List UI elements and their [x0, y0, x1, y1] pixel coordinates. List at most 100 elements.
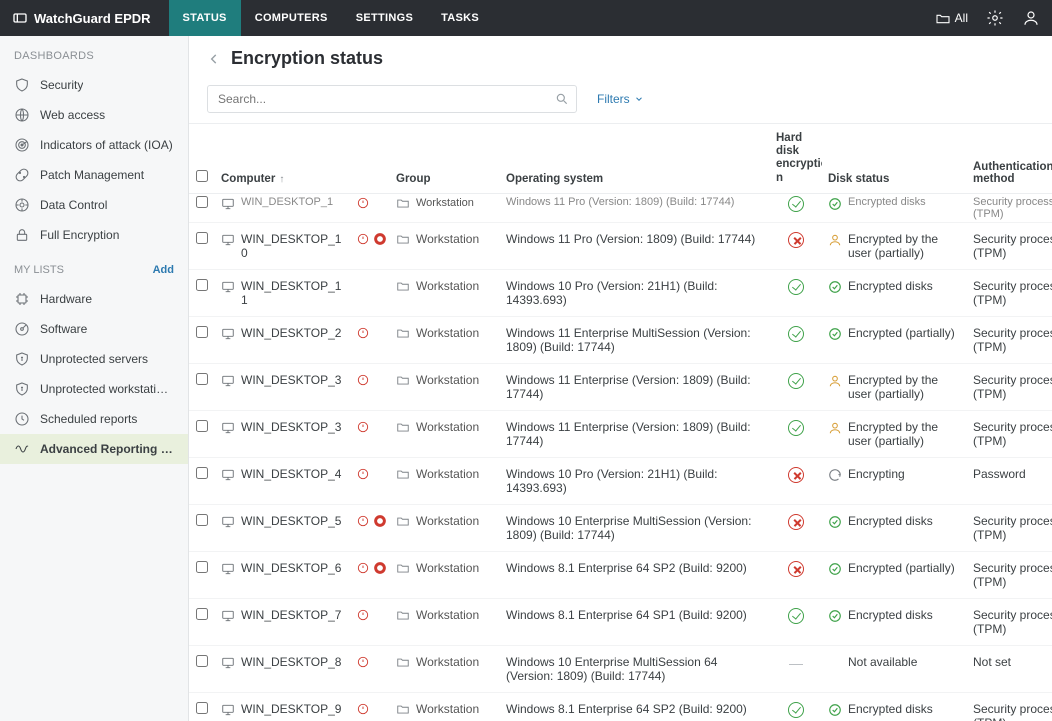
mylists-add[interactable]: Add — [153, 264, 174, 276]
computer-name: WIN_DESKTOP_1 — [241, 196, 333, 208]
gear-icon[interactable] — [986, 9, 1004, 27]
filters-button[interactable]: Filters — [597, 92, 644, 106]
col-header-group[interactable]: Group — [390, 124, 500, 193]
mylist-item-unprotected-workstations-[interactable]: Unprotected workstations... — [0, 374, 188, 404]
disk-status-text: Encrypted by the user (partially) — [848, 232, 961, 260]
device-workstation-icon — [221, 421, 235, 435]
mylist-item-scheduled-reports[interactable]: Scheduled reports — [0, 404, 188, 434]
mylist-item-advanced-reporting-tool[interactable]: Advanced Reporting Tool — [0, 434, 188, 464]
group-name: Workstation — [416, 608, 479, 622]
alert-icons — [356, 420, 384, 434]
disk-status-text: Encrypting — [848, 467, 905, 481]
auth-method-text: Security processor (TPM) — [967, 551, 1052, 598]
table-row[interactable]: WIN_DESKTOP_8 Workstation Windows 10 Ent… — [189, 645, 1052, 692]
group-name: Workstation — [416, 326, 479, 340]
table-row[interactable]: WIN_DESKTOP_2 Workstation Windows 11 Ent… — [189, 316, 1052, 363]
encryption-table: Computer↑ Group Operating system Hard di… — [189, 124, 1052, 721]
group-name: Workstation — [416, 197, 474, 209]
dashboard-item-web-access[interactable]: Web access — [0, 100, 188, 130]
status-ok-icon — [788, 702, 804, 718]
group-folder-icon — [396, 561, 410, 575]
device-workstation-icon — [221, 703, 235, 717]
row-checkbox[interactable] — [196, 608, 208, 620]
col-header-auth[interactable]: Authentication method — [967, 124, 1052, 193]
topnav: STATUSCOMPUTERSSETTINGSTASKS — [169, 0, 494, 36]
table-row[interactable]: WIN_DESKTOP_11 Workstation Windows 10 Pr… — [189, 269, 1052, 316]
disk-status-text: Encrypted disks — [848, 196, 926, 208]
sidebar-item-label: Unprotected workstations... — [40, 382, 174, 396]
table-row[interactable]: WIN_DESKTOP_1 Workstation Windows 11 Pro… — [189, 193, 1052, 222]
disk-status-text: Encrypted disks — [848, 514, 933, 528]
table-row[interactable]: WIN_DESKTOP_3 Workstation Windows 11 Ent… — [189, 363, 1052, 410]
wave-icon — [14, 441, 30, 457]
row-checkbox[interactable] — [196, 655, 208, 667]
row-checkbox[interactable] — [196, 279, 208, 291]
status-ok-icon — [788, 608, 804, 624]
col-header-hde[interactable]: Hard disk encryptio n — [770, 124, 822, 193]
group-folder-icon — [396, 514, 410, 528]
alert-icons — [356, 655, 384, 669]
col-header-computer[interactable]: Computer↑ — [215, 124, 350, 193]
table-scroll[interactable]: Computer↑ Group Operating system Hard di… — [189, 123, 1052, 721]
device-workstation-icon — [221, 233, 235, 247]
os-text: Windows 11 Pro (Version: 1809) (Build: 1… — [500, 193, 770, 222]
disk-status-text: Encrypted (partially) — [848, 561, 955, 575]
lock-icon — [14, 227, 30, 243]
dashboard-item-security[interactable]: Security — [0, 70, 188, 100]
table-row[interactable]: WIN_DESKTOP_5 Workstation Windows 10 Ent… — [189, 504, 1052, 551]
filter-all[interactable]: All — [935, 11, 968, 25]
row-checkbox[interactable] — [196, 514, 208, 526]
dashboard-item-full-encryption[interactable]: Full Encryption — [0, 220, 188, 250]
row-checkbox[interactable] — [196, 420, 208, 432]
mylist-item-software[interactable]: Software — [0, 314, 188, 344]
nav-item-settings[interactable]: SETTINGS — [342, 0, 427, 36]
row-checkbox[interactable] — [196, 467, 208, 479]
row-checkbox[interactable] — [196, 561, 208, 573]
alert-icons — [356, 373, 384, 387]
col-header-os[interactable]: Operating system — [500, 124, 770, 193]
search-input[interactable] — [207, 85, 577, 113]
status-ok-icon — [788, 279, 804, 295]
sidebar-item-label: Full Encryption — [40, 228, 119, 242]
product-name: WatchGuard EPDR — [34, 11, 151, 26]
group-name: Workstation — [416, 702, 479, 716]
mylist-item-unprotected-servers[interactable]: Unprotected servers — [0, 344, 188, 374]
alert-reinstall-icon — [356, 655, 370, 669]
search-icon — [555, 92, 569, 106]
row-checkbox[interactable] — [196, 196, 208, 208]
mylist-item-hardware[interactable]: Hardware — [0, 284, 188, 314]
back-button[interactable] — [207, 52, 221, 66]
alert-icons — [356, 608, 384, 622]
nav-item-status[interactable]: STATUS — [169, 0, 241, 36]
auth-method-text: Security processor (TPM) — [967, 598, 1052, 645]
table-row[interactable]: WIN_DESKTOP_7 Workstation Windows 8.1 En… — [189, 598, 1052, 645]
alert-reinstall-icon — [356, 373, 370, 387]
os-text: Windows 10 Pro (Version: 21H1) (Build: 1… — [500, 457, 770, 504]
table-row[interactable]: WIN_DESKTOP_9 Workstation Windows 8.1 En… — [189, 692, 1052, 721]
alert-icons — [356, 702, 384, 716]
auth-method-text: Security processor (TPM) — [967, 410, 1052, 457]
row-checkbox[interactable] — [196, 232, 208, 244]
sidebar-item-label: Unprotected servers — [40, 352, 148, 366]
row-checkbox[interactable] — [196, 702, 208, 714]
select-all-checkbox[interactable] — [196, 170, 208, 182]
row-checkbox[interactable] — [196, 326, 208, 338]
group-name: Workstation — [416, 373, 479, 387]
disk-status-text: Not available — [848, 655, 917, 669]
col-header-disk[interactable]: Disk status — [822, 124, 967, 193]
shield-icon — [14, 77, 30, 93]
nav-item-tasks[interactable]: TASKS — [427, 0, 493, 36]
user-icon[interactable] — [1022, 9, 1040, 27]
table-row[interactable]: WIN_DESKTOP_4 Workstation Windows 10 Pro… — [189, 457, 1052, 504]
dashboard-item-indicators-of-attack-ioa-[interactable]: Indicators of attack (IOA) — [0, 130, 188, 160]
shield-x-icon — [14, 381, 30, 397]
dashboard-item-data-control[interactable]: Data Control — [0, 190, 188, 220]
table-row[interactable]: WIN_DESKTOP_10 Workstation Windows 11 Pr… — [189, 222, 1052, 269]
nav-item-computers[interactable]: COMPUTERS — [241, 0, 342, 36]
alert-reinstall-icon — [356, 561, 370, 575]
table-row[interactable]: WIN_DESKTOP_6 Workstation Windows 8.1 En… — [189, 551, 1052, 598]
dashboard-item-patch-management[interactable]: Patch Management — [0, 160, 188, 190]
group-name: Workstation — [416, 467, 479, 481]
table-row[interactable]: WIN_DESKTOP_3 Workstation Windows 11 Ent… — [189, 410, 1052, 457]
row-checkbox[interactable] — [196, 373, 208, 385]
